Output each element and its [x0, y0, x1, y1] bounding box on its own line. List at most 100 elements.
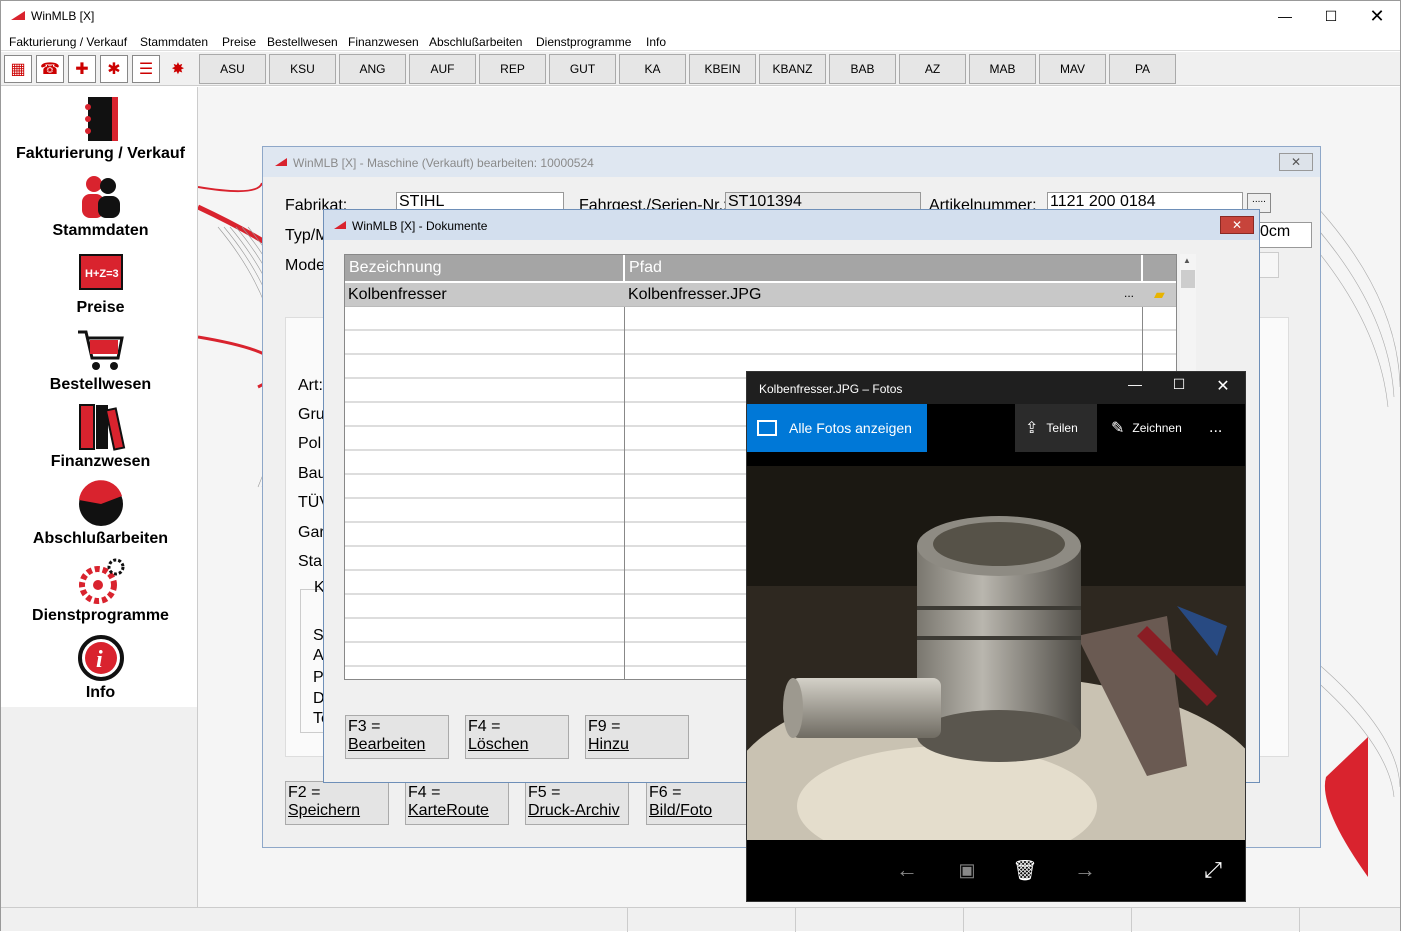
fkey-key: F6 =	[649, 784, 682, 801]
more-button[interactable]: ...	[1209, 404, 1243, 452]
menu-abschlussarbeiten[interactable]: Abschlußarbeiten	[429, 35, 522, 49]
sidebar-label: Info	[85, 684, 116, 701]
maximize-button[interactable]: ☐	[1308, 1, 1354, 31]
modell-extra-field[interactable]	[1257, 252, 1279, 278]
sidebar-item-info[interactable]: i Info	[3, 634, 198, 702]
minimize-button[interactable]: —	[1262, 1, 1308, 31]
tb-auf[interactable]: AUF	[409, 54, 476, 84]
gear-wheel-icon[interactable]: ✱	[100, 55, 128, 83]
tb-az[interactable]: AZ	[899, 54, 966, 84]
documents-dialog-close-button[interactable]: ✕	[1220, 216, 1254, 234]
star-icon[interactable]: ✸	[164, 55, 192, 83]
all-photos-button[interactable]: Alle Fotos anzeigen	[747, 404, 927, 452]
sidebar-label: Bestellwesen	[49, 376, 152, 393]
sidebar-label: Dienstprogramme	[32, 607, 169, 624]
shopping-cart-icon	[77, 330, 124, 370]
fullscreen-icon[interactable]: ⤢	[1183, 842, 1243, 898]
sidebar-item-abschlussarbeiten[interactable]: Abschlußarbeiten	[3, 480, 198, 548]
label-pol: Pol	[298, 435, 322, 452]
sidebar-item-bestellwesen[interactable]: Bestellwesen	[3, 326, 198, 394]
f3-bearbeiten-button[interactable]: F3 = Bearbeiten	[345, 715, 449, 759]
tb-mav[interactable]: MAV	[1039, 54, 1106, 84]
f4-karteroute-button[interactable]: F4 = KarteRoute	[405, 781, 509, 825]
cell-browse-dots[interactable]: ...	[1121, 283, 1141, 307]
fkey-key: F3 =	[348, 718, 381, 735]
sidebar: Fakturierung / Verkauf Stammdaten H+Z=3 …	[3, 87, 198, 707]
slideshow-icon[interactable]: ▣	[937, 842, 997, 898]
photos-close-button[interactable]: ✕	[1203, 376, 1243, 400]
photos-minimize-button[interactable]: —	[1115, 376, 1155, 400]
tb-pa[interactable]: PA	[1109, 54, 1176, 84]
menu-info[interactable]: Info	[646, 35, 666, 49]
tb-rep[interactable]: REP	[479, 54, 546, 84]
table-row[interactable]: Kolbenfresser Kolbenfresser.JPG ... ▰	[345, 283, 1176, 307]
medical-kit-icon[interactable]: ✚	[68, 55, 96, 83]
pen-icon: ✎	[1111, 420, 1125, 437]
status-pane	[963, 908, 1131, 932]
f5-druck-archiv-button[interactable]: F5 = Druck-Archiv	[525, 781, 629, 825]
column-header-bezeichnung[interactable]: Bezeichnung	[345, 255, 624, 281]
checklist-icon[interactable]: ☰	[132, 55, 160, 83]
photos-titlebar: Kolbenfresser.JPG – Fotos — ☐ ✕	[747, 372, 1245, 404]
trash-icon[interactable]: 🗑	[995, 842, 1055, 898]
status-pane	[795, 908, 963, 932]
next-arrow-icon[interactable]: →	[1055, 842, 1115, 898]
f2-speichern-button[interactable]: F2 = Speichern	[285, 781, 389, 825]
sidebar-label: Finanzwesen	[50, 453, 151, 470]
sidebar-item-fakturierung[interactable]: Fakturierung / Verkauf	[3, 95, 198, 163]
column-header-browse	[1143, 255, 1176, 281]
tb-mab[interactable]: MAB	[969, 54, 1036, 84]
sidebar-label: Fakturierung / Verkauf	[16, 145, 185, 162]
share-button[interactable]: ⇪ Teilen	[1015, 404, 1097, 452]
tb-kbanz[interactable]: KBANZ	[759, 54, 826, 84]
menu-finanzwesen[interactable]: Finanzwesen	[348, 35, 419, 49]
menu-stammdaten[interactable]: Stammdaten	[140, 35, 208, 49]
status-bar	[1, 907, 1400, 932]
sidebar-filler	[1, 707, 198, 907]
tb-asu[interactable]: ASU	[199, 54, 266, 84]
ledger-books-icon	[78, 404, 125, 451]
photos-maximize-button[interactable]: ☐	[1159, 376, 1199, 400]
tb-kbein[interactable]: KBEIN	[689, 54, 756, 84]
close-button[interactable]: ✕	[1354, 1, 1400, 31]
menu-preise[interactable]: Preise	[222, 35, 256, 49]
menu-fakturierung[interactable]: Fakturierung / Verkauf	[9, 35, 127, 49]
scroll-thumb[interactable]	[1181, 270, 1195, 288]
piston-image	[747, 466, 1245, 840]
tb-ka[interactable]: KA	[619, 54, 686, 84]
tb-ang[interactable]: ANG	[339, 54, 406, 84]
photos-title: Kolbenfresser.JPG – Fotos	[759, 382, 903, 396]
tb-bab[interactable]: BAB	[829, 54, 896, 84]
window-title: WinMLB [X]	[31, 9, 95, 23]
menu-dienstprogramme[interactable]: Dienstprogramme	[536, 35, 631, 49]
tb-gut[interactable]: GUT	[549, 54, 616, 84]
fkey-label: Bild/Foto	[649, 802, 713, 819]
winmlb-window: WinMLB [X] — ☐ ✕ Fakturierung / Verkauf …	[0, 0, 1401, 932]
column-header-pfad[interactable]: Pfad	[625, 255, 1142, 281]
invoice-icon[interactable]: ▦	[4, 55, 32, 83]
app-logo-icon	[334, 221, 346, 229]
draw-label: Zeichnen	[1132, 421, 1182, 435]
size-field[interactable]: 0cm	[1257, 222, 1312, 248]
previous-arrow-icon[interactable]: ←	[877, 842, 937, 898]
f6-bild-foto-button[interactable]: F6 = Bild/Foto	[646, 781, 750, 825]
draw-button[interactable]: ✎ Zeichnen	[1107, 404, 1207, 452]
folder-icon[interactable]: ▰	[1151, 283, 1175, 307]
label-sta: Sta	[298, 553, 323, 570]
f9-hinzu-button[interactable]: F9 = Hinzu	[585, 715, 689, 759]
tb-ksu[interactable]: KSU	[269, 54, 336, 84]
scroll-up-arrow-icon[interactable]: ▲	[1183, 256, 1191, 265]
sidebar-item-finanzwesen[interactable]: Finanzwesen	[3, 403, 198, 471]
share-label: Teilen	[1046, 421, 1078, 435]
pie-chart-icon	[78, 480, 123, 526]
all-photos-label: Alle Fotos anzeigen	[789, 420, 912, 436]
menu-bestellwesen[interactable]: Bestellwesen	[267, 35, 338, 49]
f4-loeschen-button[interactable]: F4 = Löschen	[465, 715, 569, 759]
sidebar-item-stammdaten[interactable]: Stammdaten	[3, 172, 198, 240]
sidebar-item-dienstprogramme[interactable]: Dienstprogramme	[3, 557, 198, 625]
sidebar-label: Preise	[76, 299, 125, 316]
machine-dialog-close-button[interactable]: ✕	[1279, 153, 1313, 171]
phone-icon[interactable]: ☎	[36, 55, 64, 83]
machine-dialog-titlebar: WinMLB [X] - Maschine (Verkauft) bearbei…	[263, 147, 1320, 177]
sidebar-item-preise[interactable]: H+Z=3 Preise	[3, 249, 198, 317]
